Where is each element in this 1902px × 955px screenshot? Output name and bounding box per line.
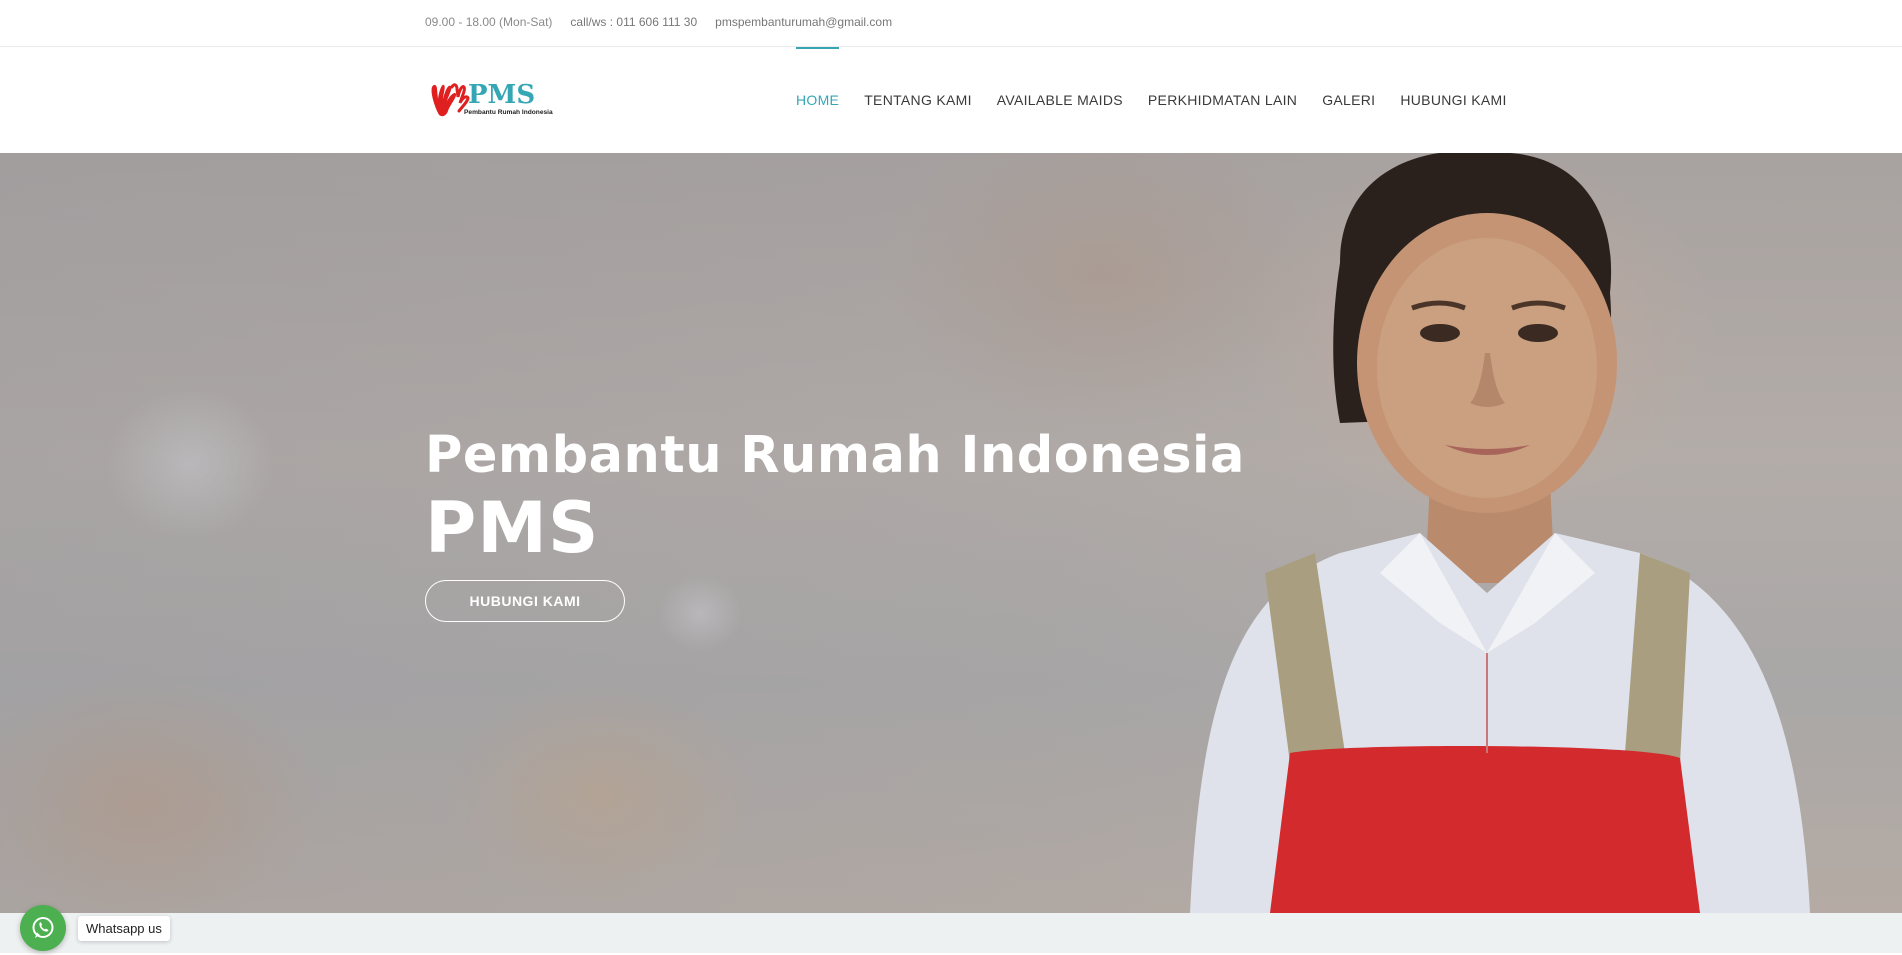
next-section (0, 913, 1902, 953)
nav-tentang-kami[interactable]: TENTANG KAMI (852, 47, 985, 153)
hero-title-line2: PMS (425, 487, 600, 570)
nav-hubungi-kami[interactable]: HUBUNGI KAMI (1388, 47, 1519, 153)
pms-logo[interactable]: PMS Pembantu Rumah Indonesia (428, 77, 558, 119)
nav-perkhidmatan-lain[interactable]: PERKHIDMATAN LAIN (1135, 47, 1309, 153)
whatsapp-icon (32, 917, 54, 938)
business-hours: 09.00 - 18.00 (Mon-Sat) (425, 15, 553, 29)
logo-tagline: Pembantu Rumah Indonesia (464, 109, 553, 116)
hero-banner: Pembantu Rumah Indonesia PMS HUBUNGI KAM… (0, 153, 1902, 913)
nav-home[interactable]: HOME (796, 47, 852, 153)
hands-icon (431, 83, 470, 117)
top-info-bar: 09.00 - 18.00 (Mon-Sat) call/ws : 011 60… (0, 0, 1902, 47)
whatsapp-label[interactable]: Whatsapp us (78, 915, 170, 941)
hero-title: Pembantu Rumah Indonesia PMS (425, 424, 1245, 568)
next-section-heading-peek (880, 945, 1025, 955)
nav-available-maids[interactable]: AVAILABLE MAIDS (984, 47, 1135, 153)
site-header: PMS Pembantu Rumah Indonesia HOME TENTAN… (0, 47, 1902, 153)
logo-wordmark: PMS (468, 80, 535, 110)
hubungi-kami-button[interactable]: HUBUNGI KAMI (425, 580, 625, 622)
whatsapp-button[interactable] (20, 905, 66, 951)
phone-number[interactable]: call/ws : 011 606 111 30 (570, 15, 697, 29)
whatsapp-widget[interactable]: Whatsapp us (20, 905, 170, 951)
nav-galeri[interactable]: GALERI (1310, 47, 1388, 153)
hero-title-line1: Pembantu Rumah Indonesia (425, 426, 1245, 486)
email-link[interactable]: pmspembanturumah@gmail.com (715, 15, 892, 29)
main-nav: HOME TENTANG KAMI AVAILABLE MAIDS PERKHI… (796, 47, 1519, 153)
